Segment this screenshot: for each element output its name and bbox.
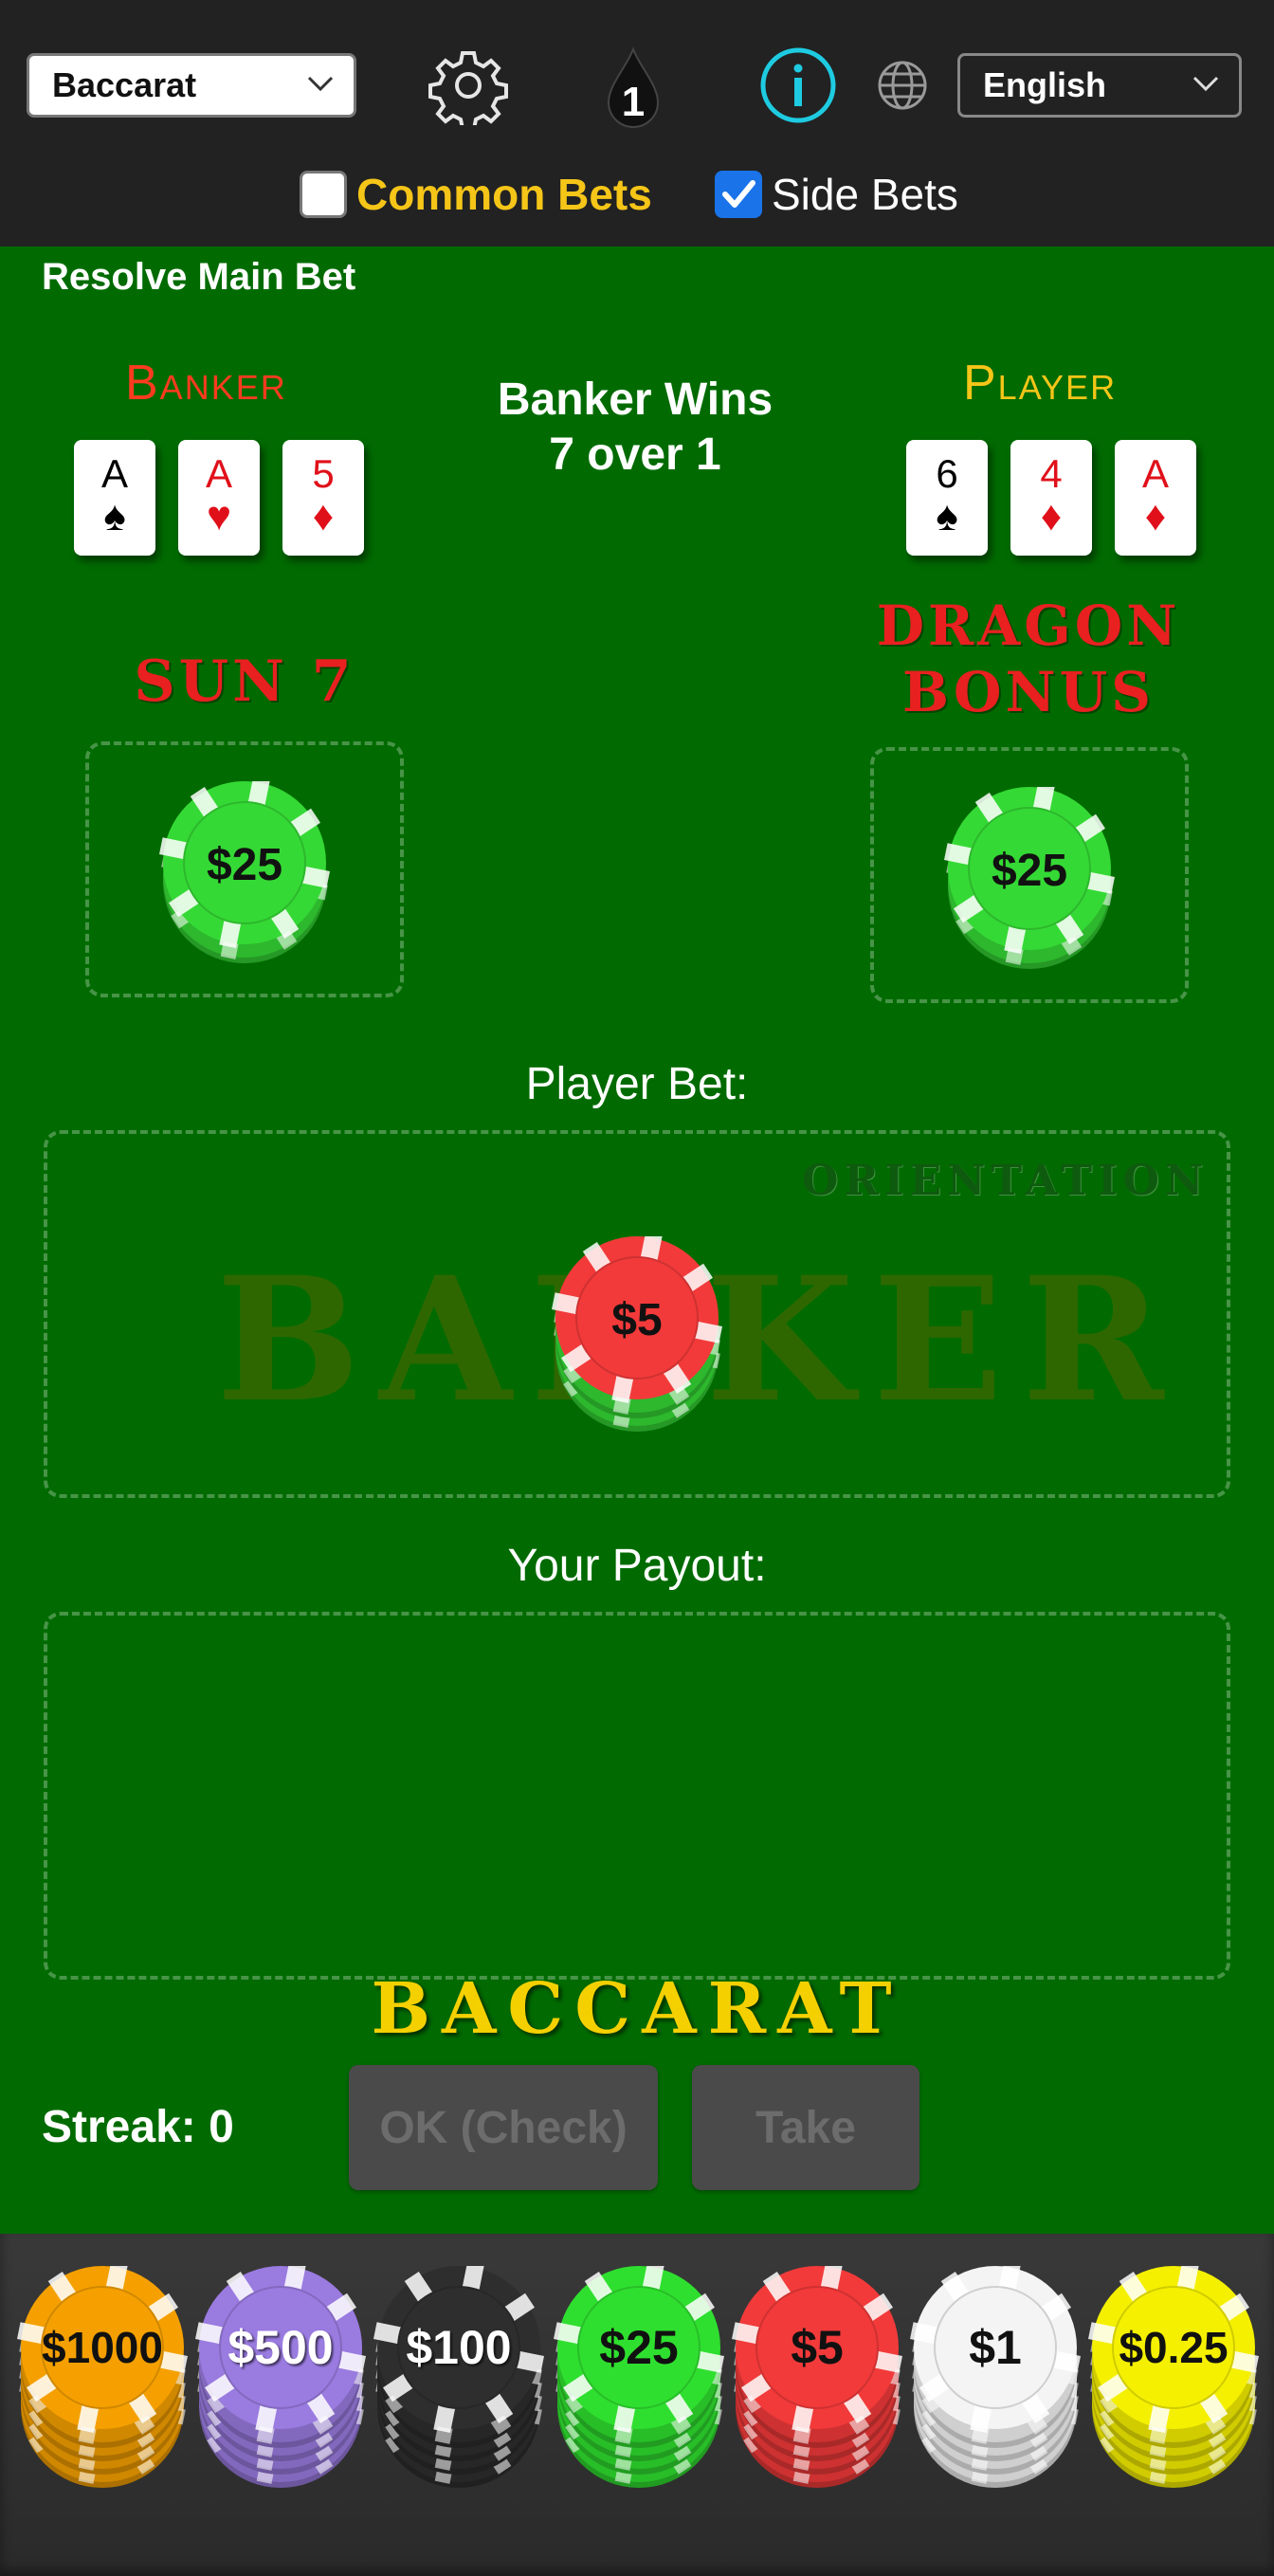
- side-bets-checkbox[interactable]: [715, 171, 762, 218]
- chip-5-selector[interactable]: $5: [732, 2262, 902, 2522]
- card-suit: ♠: [936, 493, 958, 539]
- chip-value: $0.25: [1119, 2323, 1228, 2372]
- card-rank: A: [100, 451, 128, 496]
- ok-check-button[interactable]: OK (Check): [349, 2065, 658, 2190]
- chip-value: $1: [969, 2321, 1022, 2374]
- chip-500-selector[interactable]: $500: [195, 2262, 366, 2522]
- sun7-bet-chip[interactable]: $25: [159, 777, 330, 990]
- chip-value: $25: [991, 845, 1068, 896]
- orientation-text: ORIENTATION: [802, 1157, 1210, 1205]
- result-headline: Banker Wins: [497, 375, 774, 425]
- card-rank: 4: [1040, 451, 1063, 496]
- card-suit: ♥: [206, 493, 232, 539]
- payout-label: Your Payout:: [507, 1541, 767, 1591]
- round-counter-value: 1: [621, 79, 646, 125]
- game-title: BACCARAT: [371, 1968, 903, 2050]
- chip-0-25-selector[interactable]: $0.25: [1088, 2262, 1259, 2522]
- banker-card-1: A ♠: [74, 440, 155, 556]
- chevron-down-icon: [307, 76, 334, 92]
- chevron-down-icon: [1192, 76, 1219, 92]
- player-hand-title: Player: [963, 356, 1118, 411]
- info-icon[interactable]: [758, 46, 838, 125]
- dragon-bonus-title-line2: BONUS: [901, 660, 1156, 724]
- banker-card-2: A ♥: [178, 440, 260, 556]
- chip-1-selector[interactable]: $1: [910, 2262, 1081, 2522]
- card-suit: ♦: [1040, 493, 1063, 539]
- card-rank: A: [205, 451, 232, 496]
- common-bets-label: Common Bets: [356, 170, 652, 219]
- language-select-value: English: [983, 65, 1107, 104]
- language-select[interactable]: English: [957, 53, 1242, 118]
- player-card-1: 6 ♠: [906, 440, 988, 556]
- top-bar: Baccarat 1 English Common Bets Side Bets: [0, 0, 1274, 247]
- player-bet-label: Player Bet:: [525, 1059, 749, 1109]
- card-rank: A: [1141, 451, 1169, 496]
- globe-icon: [876, 59, 929, 112]
- mode-status-text: Resolve Main Bet: [42, 256, 356, 298]
- banker-card-3: 5 ♦: [282, 440, 364, 556]
- streak-counter: Streak: 0: [42, 2102, 234, 2152]
- chip-value: $25: [599, 2321, 679, 2374]
- common-bets-toggle[interactable]: Common Bets: [300, 169, 652, 220]
- card-suit: ♦: [1144, 493, 1167, 539]
- card-rank: 5: [312, 451, 335, 496]
- chip-value: $5: [611, 1294, 663, 1345]
- side-bets-toggle[interactable]: Side Bets: [715, 169, 958, 220]
- common-bets-checkbox[interactable]: [300, 171, 347, 218]
- chip-1000-selector[interactable]: $1000: [17, 2262, 188, 2522]
- take-button[interactable]: Take: [692, 2065, 919, 2190]
- side-bets-label: Side Bets: [772, 170, 958, 219]
- banker-hand-title: Banker: [125, 356, 287, 411]
- payout-area: [44, 1612, 1230, 1980]
- chip-100-selector[interactable]: $100: [373, 2262, 544, 2522]
- chip-value: $100: [406, 2321, 512, 2374]
- dragon-bonus-bet-chip[interactable]: $25: [944, 783, 1115, 996]
- result-detail: 7 over 1: [549, 429, 721, 480]
- chip-value: $500: [228, 2321, 334, 2374]
- chip-value: $1000: [42, 2323, 163, 2372]
- round-counter-drop-icon[interactable]: 1: [597, 46, 669, 133]
- chip-value: $5: [791, 2321, 844, 2374]
- main-bet-chip[interactable]: $5: [552, 1233, 722, 1483]
- chip-value: $25: [206, 839, 283, 890]
- game-select-value: Baccarat: [52, 65, 197, 104]
- sun7-bet-title: SUN 7: [134, 649, 355, 715]
- card-suit: ♠: [103, 493, 126, 539]
- chip-25-selector[interactable]: $25: [554, 2262, 724, 2522]
- game-select[interactable]: Baccarat: [27, 53, 356, 118]
- checkmark-icon: [722, 180, 755, 208]
- player-card-2: 4 ♦: [1010, 440, 1092, 556]
- dragon-bonus-title-line1: DRAGON: [876, 594, 1181, 658]
- card-rank: 6: [936, 451, 958, 496]
- card-suit: ♦: [312, 493, 335, 539]
- player-card-3: A ♦: [1115, 440, 1196, 556]
- settings-gear-icon[interactable]: [428, 46, 508, 125]
